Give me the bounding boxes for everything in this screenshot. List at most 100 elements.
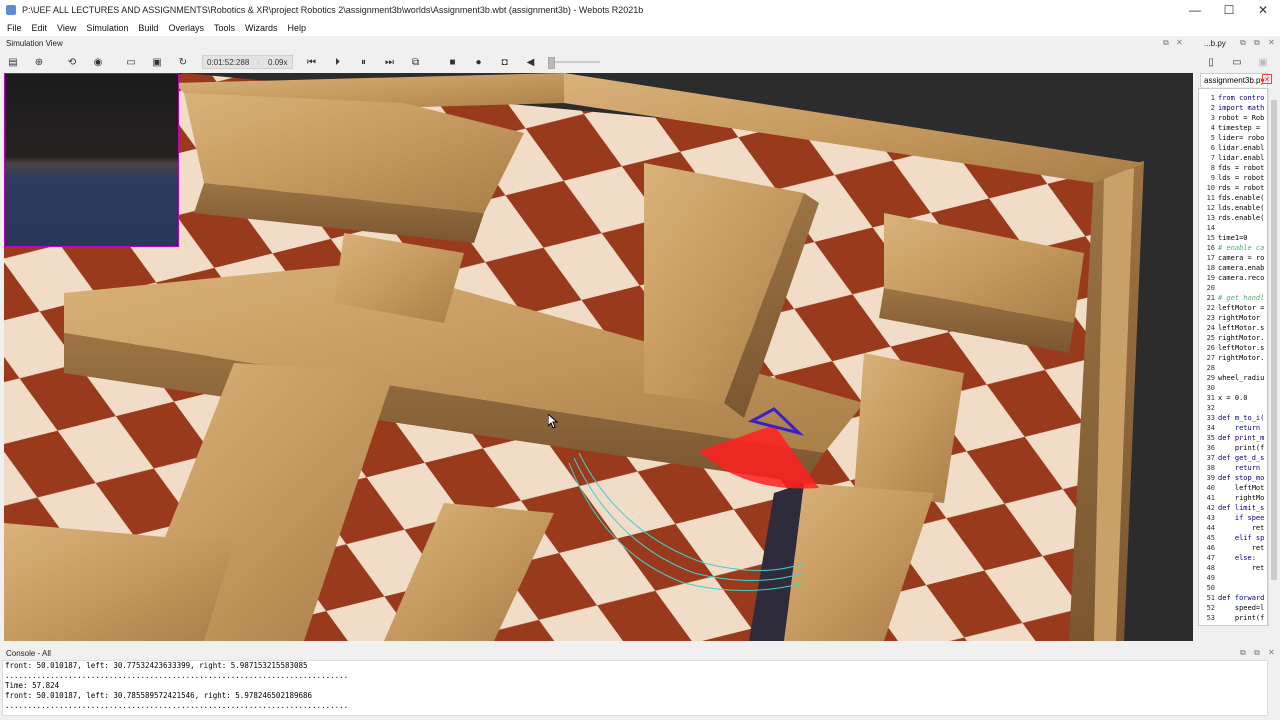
code-line: lds.enable( — [1218, 204, 1265, 212]
code-line: from contro — [1218, 94, 1265, 102]
code-line: def get_d_s — [1218, 454, 1265, 462]
code-line: ret — [1218, 524, 1265, 532]
mouse-cursor-icon — [548, 414, 558, 428]
line-number: 27 — [1206, 354, 1215, 362]
menu-edit[interactable]: Edit — [27, 23, 53, 33]
line-number: 9 — [1210, 174, 1215, 182]
close-button[interactable]: ✕ — [1246, 0, 1280, 20]
menu-view[interactable]: View — [52, 23, 81, 33]
editor-close-icon[interactable]: ✕ — [1268, 38, 1275, 47]
step-icon[interactable]: ⏵ — [330, 54, 346, 70]
line-number: 18 — [1206, 264, 1215, 272]
code-line: lds = robot — [1218, 174, 1265, 182]
console-line: ........................................… — [5, 671, 349, 680]
code-text[interactable]: from contro import math robot = Rob timeste… — [1218, 93, 1267, 623]
line-number: 8 — [1210, 164, 1215, 172]
line-number: 43 — [1206, 514, 1215, 522]
code-line: leftMotor.s — [1218, 324, 1265, 332]
code-line: rightMo — [1218, 494, 1265, 502]
code-line: leftMotor = — [1218, 304, 1265, 312]
console-output[interactable]: front: 50.010187, left: 30.7753242363339… — [2, 660, 1268, 716]
stop-icon[interactable]: ■ — [445, 54, 461, 70]
maximize-button[interactable]: ☐ — [1212, 0, 1246, 20]
line-number: 22 — [1206, 304, 1215, 312]
line-number: 38 — [1206, 464, 1215, 472]
editor-horizontal-scrollbar[interactable] — [1198, 626, 1278, 636]
open-world-icon[interactable]: ▭ — [123, 54, 139, 70]
code-line: ret — [1218, 544, 1265, 552]
console-title: Console - All — [6, 648, 51, 658]
code-line: # get handl — [1218, 294, 1265, 302]
line-number: 11 — [1206, 194, 1215, 202]
line-number: 50 — [1206, 584, 1215, 592]
menu-tools[interactable]: Tools — [209, 23, 240, 33]
3d-simulation-view[interactable] — [4, 73, 1193, 641]
console-float-icon[interactable]: ⧉ — [1240, 648, 1246, 658]
line-number: 4 — [1210, 124, 1215, 132]
line-number: 10 — [1206, 184, 1215, 192]
console-scrollbar[interactable] — [1268, 660, 1278, 716]
scrollbar-thumb[interactable] — [1271, 100, 1277, 580]
visibility-icon[interactable]: ◉ — [90, 54, 106, 70]
menu-wizards[interactable]: Wizards — [240, 23, 283, 33]
editor-vertical-scrollbar[interactable] — [1268, 88, 1278, 626]
menu-help[interactable]: Help — [282, 23, 311, 33]
line-number: 40 — [1206, 484, 1215, 492]
menu-file[interactable]: File — [2, 23, 27, 33]
code-line: def limit_s — [1218, 504, 1265, 512]
code-line: def print_m — [1218, 434, 1265, 442]
code-line: leftMot — [1218, 484, 1265, 492]
line-number: 31 — [1206, 394, 1215, 402]
console-line: ........................................… — [5, 701, 349, 710]
open-file-icon[interactable]: ▭ — [1229, 54, 1245, 70]
save-world-icon[interactable]: ▣ — [149, 54, 165, 70]
console-close-icon[interactable]: ✕ — [1268, 648, 1275, 657]
code-line: x = 0.0 — [1218, 394, 1248, 402]
menu-overlays[interactable]: Overlays — [163, 23, 209, 33]
reset-simulation-icon[interactable]: ⏮ — [304, 54, 320, 70]
add-node-icon[interactable]: ⊕ — [31, 54, 47, 70]
pause-icon[interactable]: ⏸ — [356, 54, 372, 70]
new-file-icon[interactable]: ▯ — [1203, 54, 1219, 70]
close-panel-icon[interactable]: ✕ — [1176, 38, 1183, 47]
tab-close-icon[interactable]: ✕ — [1262, 74, 1272, 84]
line-number: 29 — [1206, 374, 1215, 382]
code-line: ret — [1218, 564, 1265, 572]
line-number: 51 — [1206, 594, 1215, 602]
record-icon[interactable]: ● — [471, 54, 487, 70]
editor-maximize-icon[interactable]: ⧉ — [1254, 38, 1260, 48]
volume-slider[interactable] — [547, 57, 600, 69]
line-number: 42 — [1206, 504, 1215, 512]
code-line: rightMotor. — [1218, 354, 1265, 362]
scene-tree-toggle-icon[interactable]: ▤ — [5, 54, 21, 70]
simulation-speed: 0.09x — [267, 57, 288, 67]
code-line: return — [1218, 464, 1261, 472]
editor-float-icon[interactable]: ⧉ — [1240, 38, 1246, 48]
float-panel-icon[interactable]: ⧉ — [1163, 38, 1169, 48]
console-line: front: 50.010187, left: 30.7855895724215… — [5, 691, 313, 700]
fast-forward-icon[interactable]: ⏭ — [382, 54, 398, 70]
screenshot-icon[interactable]: ◘ — [497, 54, 513, 70]
line-number: 33 — [1206, 414, 1215, 422]
menu-build[interactable]: Build — [133, 23, 163, 33]
render-toggle-icon[interactable]: ⧉ — [408, 54, 424, 70]
editor-panel-title: ...b.py — [1204, 38, 1226, 48]
minimize-button[interactable]: — — [1178, 0, 1212, 20]
line-number: 19 — [1206, 274, 1215, 282]
reset-view-icon[interactable]: ⟲ — [64, 54, 80, 70]
save-file-icon[interactable]: ▣ — [1255, 54, 1271, 70]
volume-icon[interactable]: ◀ — [523, 54, 539, 70]
menu-simulation[interactable]: Simulation — [81, 23, 133, 33]
code-line: return — [1218, 424, 1261, 432]
reload-world-icon[interactable]: ↻ — [175, 54, 191, 70]
console-maximize-icon[interactable]: ⧉ — [1254, 648, 1260, 658]
editor-tab[interactable]: assignment3b.py — [1200, 73, 1268, 87]
simulation-toolbar: ▤ ⊕ ⟲ ◉ ▭ ▣ ↻ 0:01:52:288 · 0.09x ⏮ ⏵ ⏸ … — [0, 51, 1192, 73]
code-editor[interactable]: 1 2 3 4 5 6 7 8 9 10 11 12 13 14 15 16 17 18 19 20 21 22 23 24 2… — [1198, 88, 1268, 626]
line-number: 34 — [1206, 424, 1215, 432]
camera-overlay[interactable] — [4, 73, 179, 247]
code-line: rds.enable( — [1218, 214, 1265, 222]
line-number: 24 — [1206, 324, 1215, 332]
simulation-time: 0:01:52:288 — [207, 57, 250, 67]
